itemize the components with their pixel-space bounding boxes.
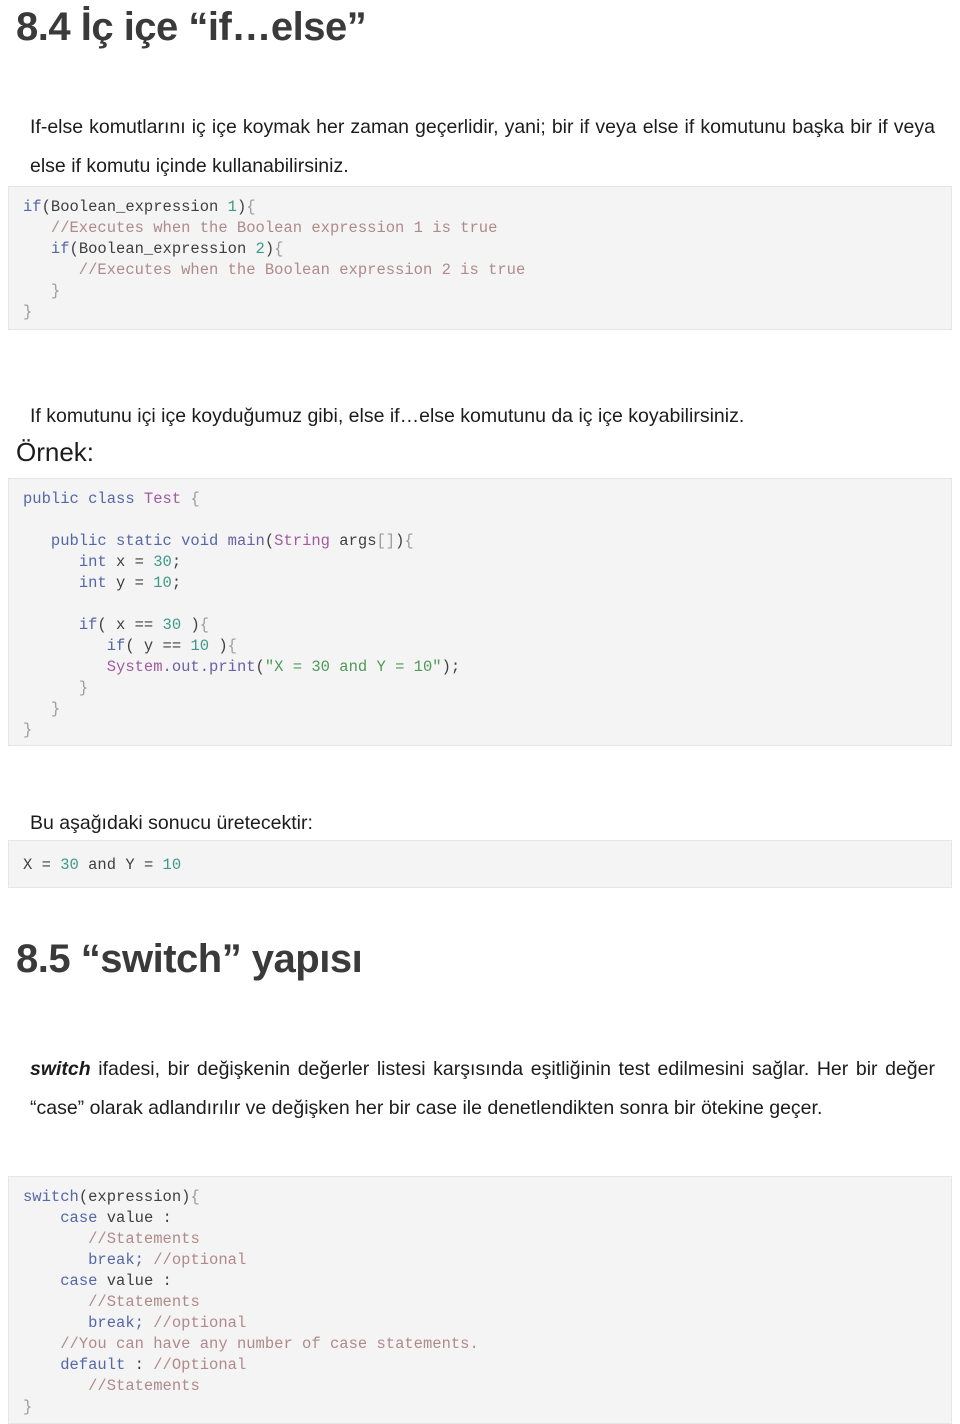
section-heading-85: 8.5 “switch” yapısı: [16, 937, 363, 981]
mid-paragraph: If komutunu içi içe koyduğumuz gibi, els…: [30, 404, 745, 427]
code-block-program-output: X = 30 and Y = 10: [8, 840, 952, 888]
document-page: 8.4 İç içe “if…else” If-else komutlarını…: [0, 0, 960, 1424]
section-heading-84: 8.4 İç içe “if…else”: [16, 5, 367, 49]
code-block-nested-if-example: public class Test { public static void m…: [8, 478, 952, 746]
switch-paragraph: switch ifadesi, bir değişkenin değerler …: [30, 1050, 935, 1128]
section-heading-85-wrapper: 8.5 “switch” yapısı: [16, 936, 363, 982]
ornek-label: Örnek:: [16, 437, 95, 467]
code-block-nested-if-syntax: if(Boolean_expression 1){ //Executes whe…: [8, 186, 952, 330]
section-heading-84-wrapper: 8.4 İç içe “if…else”: [16, 4, 367, 50]
switch-keyword-emphasis: switch: [30, 1057, 91, 1080]
intro-paragraph: If-else komutlarını iç içe koymak her za…: [30, 115, 935, 177]
output-label-paragraph: Bu aşağıdaki sonucu üretecektir:: [30, 811, 313, 834]
switch-paragraph-body: ifadesi, bir değişkenin değerler listesi…: [30, 1057, 935, 1119]
code-block-switch-syntax: switch(expression){ case value : //State…: [8, 1176, 952, 1424]
